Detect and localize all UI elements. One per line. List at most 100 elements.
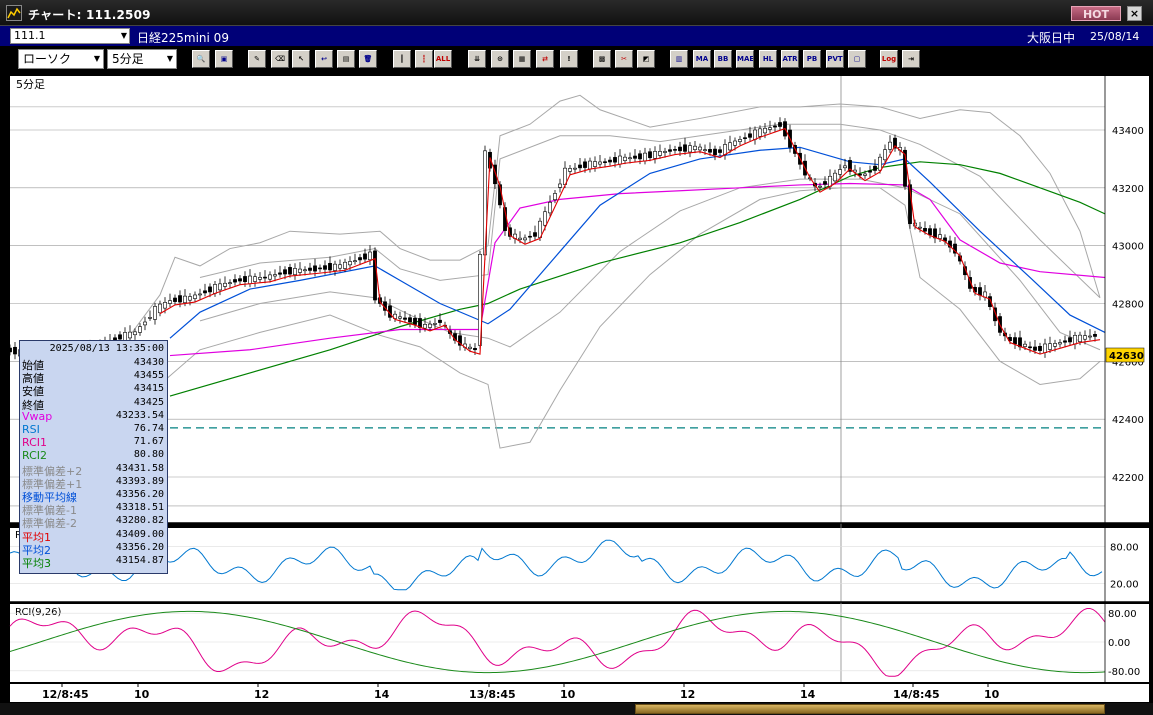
close-button[interactable]: ×	[1127, 6, 1142, 21]
candle-icon[interactable]: ┃	[393, 50, 411, 68]
time-axis-label: 12	[680, 688, 695, 701]
candle-body	[753, 129, 757, 140]
candle-body	[438, 319, 442, 323]
candle-body	[223, 282, 227, 287]
current-price-label: 42630	[1109, 351, 1144, 362]
price-tick-label: 43000	[1112, 242, 1144, 253]
candle-body	[593, 161, 597, 167]
price-tick-label: 42200	[1112, 473, 1144, 484]
bars-icon[interactable]: ▦	[513, 50, 531, 68]
chart-type-select[interactable]: ローソク ▼	[18, 49, 104, 69]
candle-body	[168, 300, 172, 304]
info-row-label: RCI2	[22, 449, 48, 463]
candle-body	[138, 326, 142, 333]
candle-body	[353, 260, 357, 263]
candle-body	[743, 137, 747, 139]
symbol-name: 日経225mini 09	[137, 31, 229, 45]
candle-body	[838, 169, 842, 175]
price-chart[interactable]: 4340043200430004280042600424004220042630…	[0, 72, 1153, 715]
bb-icon[interactable]: BB	[714, 50, 732, 68]
candle-body	[758, 128, 762, 137]
candle-body	[243, 276, 247, 283]
window-icon[interactable]: ▣	[215, 50, 233, 68]
box-icon[interactable]: ▢	[848, 50, 866, 68]
price-tick-label: 42400	[1112, 415, 1144, 426]
rsi-panel	[10, 528, 1105, 602]
candle-body	[188, 296, 192, 301]
palette-icon[interactable]: ◩	[637, 50, 655, 68]
candle-body	[528, 235, 532, 238]
session-label: 大阪日中	[1027, 31, 1076, 45]
hot-button[interactable]: HOT	[1071, 6, 1121, 21]
rsi-axis	[1105, 528, 1149, 602]
horizontal-scrollbar[interactable]	[0, 703, 1153, 715]
candle-body	[608, 159, 612, 163]
eraser-icon[interactable]: ⌫	[271, 50, 289, 68]
magnifier-icon[interactable]: 🔍	[192, 50, 210, 68]
fit-icon[interactable]: ⇊	[468, 50, 486, 68]
candle-body	[303, 269, 307, 272]
info-icon[interactable]: !	[560, 50, 578, 68]
candle-body	[643, 152, 647, 162]
arrows-icon[interactable]: ⇄	[536, 50, 554, 68]
mae-icon[interactable]: MAE	[736, 50, 754, 68]
candle-body	[1088, 335, 1092, 338]
candle-body	[238, 278, 242, 282]
candle-body	[348, 261, 352, 266]
info-row-value: 43415	[133, 383, 164, 395]
info-row: 始値 43430	[20, 357, 167, 372]
info-row-value: 43393.89	[115, 475, 164, 487]
interval-select[interactable]: 5分足 ▼	[107, 49, 177, 69]
candle-body	[843, 165, 847, 169]
all-icon[interactable]: ALL	[434, 50, 452, 68]
candle-body	[133, 331, 137, 336]
info-row: 高値 43455	[20, 370, 167, 385]
candle-body	[213, 284, 217, 294]
candle-body	[703, 149, 707, 151]
candle-body	[938, 234, 942, 239]
candles-icon[interactable]: ┇	[415, 50, 433, 68]
log-icon[interactable]: Log	[880, 50, 898, 68]
chart-area[interactable]: 43400 43200 43000 42800 42600 42400 42200 42630…	[0, 72, 1153, 715]
info-row-label: 平均3	[22, 557, 51, 570]
pen-icon[interactable]: ✎	[248, 50, 266, 68]
search-icon[interactable]: ⊙	[491, 50, 509, 68]
candle-body	[283, 269, 287, 275]
candle-body	[553, 193, 557, 200]
candle-body	[683, 144, 687, 152]
candle-body	[668, 149, 672, 152]
pb-icon[interactable]: PB	[803, 50, 821, 68]
rci-tick-label: -80.00	[1108, 667, 1140, 678]
candle-body	[918, 226, 922, 229]
candle-body	[923, 228, 927, 232]
ma-icon[interactable]: MA	[693, 50, 711, 68]
atr-icon[interactable]: ATR	[781, 50, 799, 68]
info-row-value: 43409.00	[115, 528, 164, 540]
candle-body	[298, 268, 302, 273]
undo-icon[interactable]: ↩	[315, 50, 333, 68]
list-icon[interactable]: ▥	[670, 50, 688, 68]
candle-body	[1048, 343, 1052, 350]
scrollbar-thumb[interactable]	[635, 704, 1105, 714]
tool-icon[interactable]: ✂	[615, 50, 633, 68]
interval-value: 5分足	[112, 52, 144, 66]
candle-body	[413, 317, 417, 325]
trash-icon[interactable]: 🗑	[359, 50, 377, 68]
info-row-value: 43280.82	[115, 515, 164, 527]
symbol-code-select[interactable]: 111.1 ▼	[10, 28, 130, 44]
candle-body	[143, 321, 147, 326]
pvt-icon[interactable]: PVT	[826, 50, 844, 68]
cursor-icon[interactable]: ↖	[292, 50, 310, 68]
document-icon[interactable]: ▤	[337, 50, 355, 68]
candle-body	[178, 295, 182, 303]
time-axis-label: 10	[984, 688, 1000, 701]
grid-icon[interactable]: ▩	[593, 50, 611, 68]
candle-body	[368, 251, 372, 261]
hl-icon[interactable]: HL	[759, 50, 777, 68]
info-row: 終値 43425	[20, 397, 167, 412]
exit-icon[interactable]: ⇥	[902, 50, 920, 68]
time-axis-label: 13/8:45	[469, 688, 516, 701]
candle-body	[653, 151, 657, 159]
info-datetime: 2025/08/13 13:35:00	[49, 343, 164, 354]
candle-body	[693, 145, 697, 150]
